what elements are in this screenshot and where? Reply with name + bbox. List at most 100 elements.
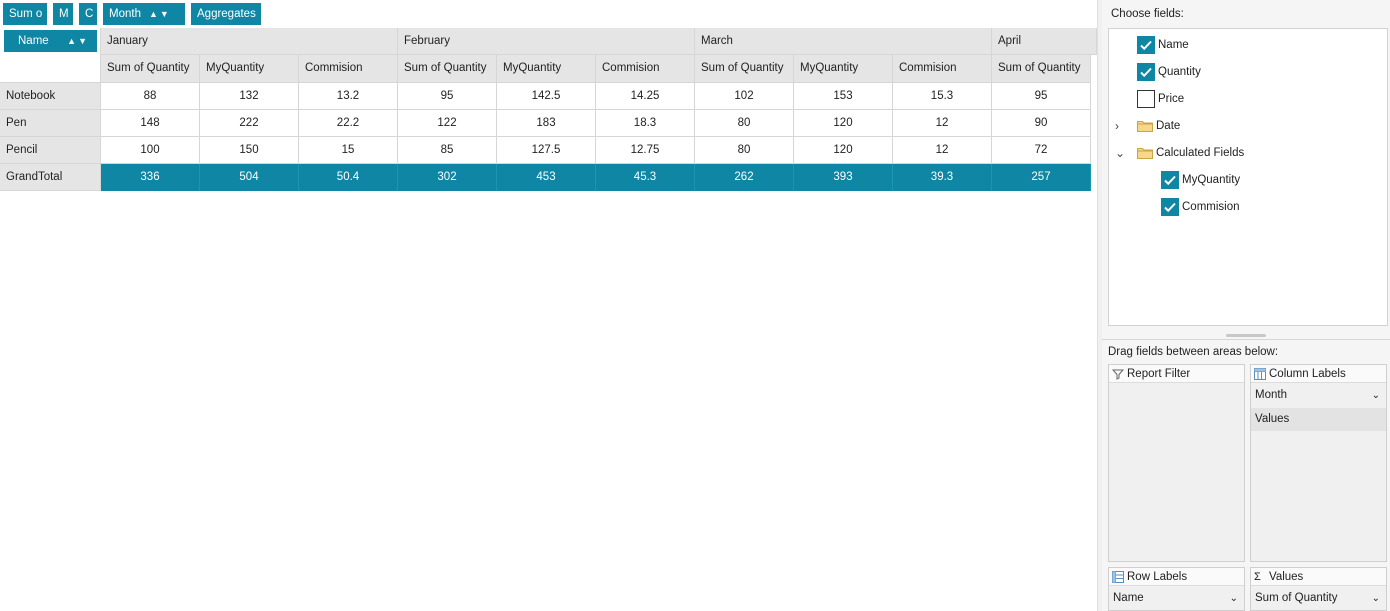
value-cell[interactable]: 15.3 [893, 83, 992, 110]
column-label-item-month[interactable]: Month ⌄ [1251, 384, 1386, 407]
row-labels-area[interactable]: Row Labels Name ⌄ [1108, 567, 1245, 611]
value-cell[interactable]: 85 [398, 137, 497, 164]
grand-total-cell[interactable]: 50.4 [299, 164, 398, 191]
measure-header[interactable]: Sum of Quantity [695, 55, 794, 83]
chevron-down-icon[interactable]: ⌄ [1115, 142, 1127, 164]
measure-header[interactable]: Sum of Quantity [992, 55, 1091, 83]
values-header: Σ Values [1251, 568, 1386, 586]
grand-total-cell[interactable]: 336 [101, 164, 200, 191]
value-cell[interactable]: 80 [695, 110, 794, 137]
value-cell[interactable]: 90 [992, 110, 1091, 137]
value-cell[interactable]: 120 [794, 137, 893, 164]
field-item-quantity[interactable]: Quantity [1109, 61, 1387, 83]
value-cell[interactable]: 88 [101, 83, 200, 110]
field-item-date[interactable]: › Date [1109, 115, 1387, 137]
row-label-item-name[interactable]: Name ⌄ [1109, 587, 1244, 610]
value-cell[interactable]: 18.3 [596, 110, 695, 137]
chevron-down-icon[interactable]: ⌄ [1230, 587, 1238, 610]
column-label-item-values[interactable]: Values [1251, 408, 1386, 431]
measure-header[interactable]: Sum of Quantity [398, 55, 497, 83]
value-cell[interactable]: 120 [794, 110, 893, 137]
value-cell[interactable]: 183 [497, 110, 596, 137]
measure-header[interactable]: MyQuantity [200, 55, 299, 83]
value-cell[interactable]: 72 [992, 137, 1091, 164]
field-checkbox[interactable] [1137, 90, 1155, 108]
measure-header[interactable]: MyQuantity [497, 55, 596, 83]
field-checkbox[interactable] [1137, 36, 1155, 54]
sort-filter-icon[interactable]: ▲▼ [67, 30, 89, 52]
value-cell[interactable]: 222 [200, 110, 299, 137]
value-cell[interactable]: 102 [695, 83, 794, 110]
values-item-sum-of-quantity[interactable]: Sum of Quantity ⌄ [1251, 587, 1386, 610]
column-labels-header: Column Labels [1251, 365, 1386, 383]
value-cell[interactable]: 12.75 [596, 137, 695, 164]
report-filter-header: Report Filter [1109, 365, 1244, 383]
row-header-pencil[interactable]: Pencil [0, 137, 101, 164]
row-header-pen[interactable]: Pen [0, 110, 101, 137]
value-cell[interactable]: 13.2 [299, 83, 398, 110]
value-cell[interactable]: 142.5 [497, 83, 596, 110]
field-chip-aggregates[interactable]: Aggregates [191, 3, 261, 25]
report-filter-area[interactable]: Report Filter [1108, 364, 1245, 562]
value-cell[interactable]: 22.2 [299, 110, 398, 137]
value-cell[interactable]: 15 [299, 137, 398, 164]
value-cell[interactable]: 12 [893, 137, 992, 164]
value-cell[interactable]: 122 [398, 110, 497, 137]
value-cell[interactable]: 132 [200, 83, 299, 110]
row-grid-icon [1112, 571, 1124, 583]
field-checkbox[interactable] [1161, 198, 1179, 216]
field-chip-month[interactable]: Month ▲▼ [103, 3, 185, 25]
field-chip-sum[interactable]: Sum o [3, 3, 47, 25]
month-header[interactable]: February [398, 28, 695, 55]
field-label: Date [1156, 120, 1181, 132]
grand-total-cell[interactable]: 45.3 [596, 164, 695, 191]
value-cell[interactable]: 95 [398, 83, 497, 110]
value-cell[interactable]: 80 [695, 137, 794, 164]
value-cell[interactable]: 148 [101, 110, 200, 137]
grand-total-cell[interactable]: 453 [497, 164, 596, 191]
field-item-calculated-fields[interactable]: ⌄ Calculated Fields [1109, 142, 1387, 164]
grand-total-cell[interactable]: 257 [992, 164, 1091, 191]
value-cell[interactable]: 150 [200, 137, 299, 164]
grand-total-cell[interactable]: 262 [695, 164, 794, 191]
field-chip-c[interactable]: C [79, 3, 97, 25]
field-label: Calculated Fields [1156, 147, 1245, 159]
field-label: Quantity [1158, 66, 1201, 78]
value-cell[interactable]: 153 [794, 83, 893, 110]
field-checkbox[interactable] [1137, 63, 1155, 81]
values-area[interactable]: Σ Values Sum of Quantity ⌄ [1250, 567, 1387, 611]
horizontal-splitter[interactable] [1102, 331, 1390, 341]
month-header[interactable]: April [992, 28, 1097, 55]
grand-total-cell[interactable]: 39.3 [893, 164, 992, 191]
month-header[interactable]: January [101, 28, 398, 55]
measure-header[interactable]: Commision [893, 55, 992, 83]
column-grid-icon [1254, 368, 1266, 380]
measure-header[interactable]: MyQuantity [794, 55, 893, 83]
measure-header[interactable]: Commision [299, 55, 398, 83]
value-cell[interactable]: 95 [992, 83, 1091, 110]
grand-total-cell[interactable]: 504 [200, 164, 299, 191]
measure-header[interactable]: Commision [596, 55, 695, 83]
pivot-grid: Sum o M C Month ▲▼ Aggregates January Febr… [0, 0, 1097, 611]
row-field-chip-name[interactable]: Name ▲▼ [4, 30, 97, 52]
column-labels-area[interactable]: Column Labels Month ⌄ Values [1250, 364, 1387, 562]
field-item-price[interactable]: Price [1109, 88, 1387, 110]
month-header[interactable]: March [695, 28, 992, 55]
grand-total-cell[interactable]: 302 [398, 164, 497, 191]
measure-header[interactable]: Sum of Quantity [101, 55, 200, 83]
value-cell[interactable]: 14.25 [596, 83, 695, 110]
value-cell[interactable]: 127.5 [497, 137, 596, 164]
field-item-name[interactable]: Name [1109, 34, 1387, 56]
field-item-commision[interactable]: Commision [1109, 196, 1387, 218]
sort-filter-icon[interactable]: ▲▼ [149, 3, 171, 25]
chevron-down-icon[interactable]: ⌄ [1372, 587, 1380, 610]
grand-total-cell[interactable]: 393 [794, 164, 893, 191]
chevron-right-icon[interactable]: › [1115, 115, 1127, 137]
value-cell[interactable]: 12 [893, 110, 992, 137]
value-cell[interactable]: 100 [101, 137, 200, 164]
row-header-notebook[interactable]: Notebook [0, 83, 101, 110]
field-item-myquantity[interactable]: MyQuantity [1109, 169, 1387, 191]
field-chip-m[interactable]: M [53, 3, 73, 25]
field-checkbox[interactable] [1161, 171, 1179, 189]
chevron-down-icon[interactable]: ⌄ [1372, 384, 1380, 407]
